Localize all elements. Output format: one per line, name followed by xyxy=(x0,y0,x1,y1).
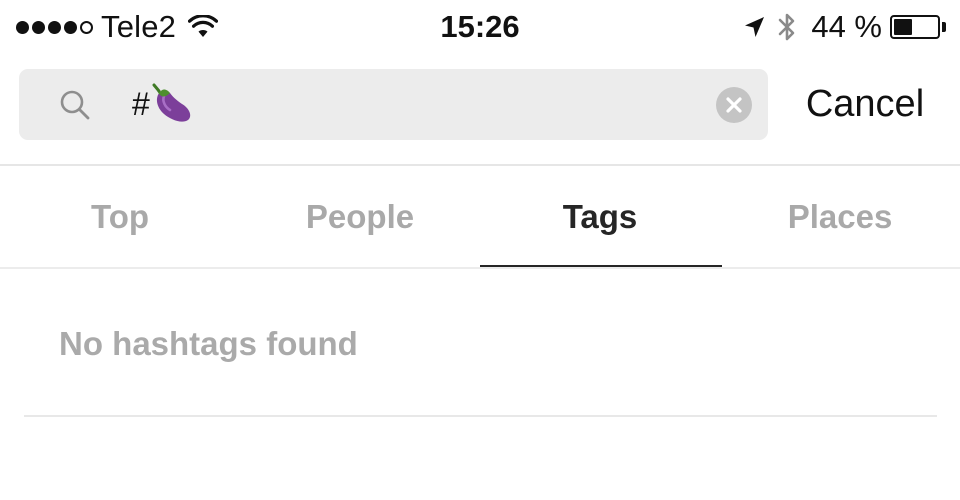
search-icon xyxy=(60,90,90,120)
search-query-text: # xyxy=(132,85,150,122)
battery-level-fill xyxy=(894,19,913,35)
search-input[interactable]: # xyxy=(132,83,195,125)
search-tabs: Top People Tags Places xyxy=(0,166,960,268)
eggplant-emoji xyxy=(152,83,191,122)
battery-tip xyxy=(942,22,946,32)
clear-icon xyxy=(726,97,742,113)
battery-percentage: 44 % xyxy=(811,9,882,44)
status-bar-right: 44 % xyxy=(743,8,946,46)
battery-body xyxy=(890,15,940,39)
bluetooth-icon xyxy=(779,13,795,41)
tabs-divider xyxy=(0,267,960,269)
results-divider xyxy=(24,415,937,417)
search-field[interactable]: # xyxy=(19,69,768,140)
status-bar: Tele2 15:26 44 % xyxy=(0,0,960,54)
no-results-message: No hashtags found xyxy=(59,325,358,362)
clear-search-button[interactable] xyxy=(716,87,752,123)
battery-icon xyxy=(890,15,946,39)
tab-people[interactable]: People xyxy=(240,166,480,268)
location-arrow-icon xyxy=(745,17,765,37)
cancel-button[interactable]: Cancel xyxy=(790,69,940,140)
tab-tags[interactable]: Tags xyxy=(480,166,722,268)
search-row: # Cancel xyxy=(0,69,960,141)
tab-places[interactable]: Places xyxy=(720,166,960,268)
tab-top[interactable]: Top xyxy=(0,166,240,268)
